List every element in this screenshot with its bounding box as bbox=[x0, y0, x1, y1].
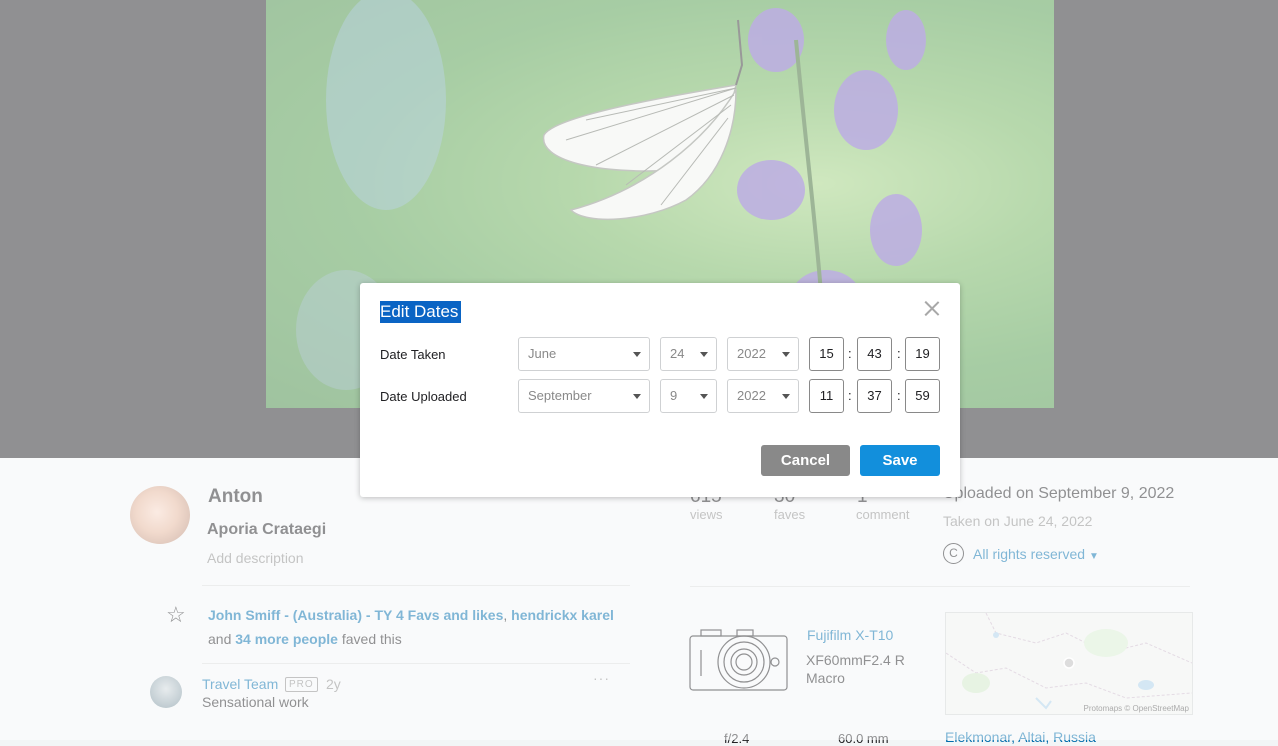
edit-dates-dialog: Edit Dates Date Taken June 24 2022 15 : … bbox=[360, 283, 960, 497]
select-value: September bbox=[528, 388, 592, 403]
time-separator: : bbox=[897, 346, 901, 361]
select-value: 2022 bbox=[737, 346, 766, 361]
select-value: 2022 bbox=[737, 388, 766, 403]
chevron-down-icon bbox=[782, 352, 790, 357]
chevron-down-icon bbox=[700, 352, 708, 357]
time-separator: : bbox=[848, 388, 852, 403]
date-taken-second-input[interactable]: 19 bbox=[905, 337, 940, 371]
chevron-down-icon bbox=[633, 394, 641, 399]
select-value: June bbox=[528, 346, 557, 361]
close-icon[interactable] bbox=[923, 299, 941, 317]
date-taken-year-select[interactable]: 2022 bbox=[727, 337, 799, 371]
date-taken-month-select[interactable]: June bbox=[518, 337, 650, 371]
select-value: 9 bbox=[670, 388, 678, 403]
date-uploaded-minute-input[interactable]: 37 bbox=[857, 379, 892, 413]
date-taken-hour-input[interactable]: 15 bbox=[809, 337, 844, 371]
date-taken-label: Date Taken bbox=[380, 347, 446, 362]
date-uploaded-hour-input[interactable]: 11 bbox=[809, 379, 844, 413]
date-uploaded-label: Date Uploaded bbox=[380, 389, 467, 404]
time-separator: : bbox=[848, 346, 852, 361]
date-taken-minute-input[interactable]: 43 bbox=[857, 337, 892, 371]
date-uploaded-day-select[interactable]: 9 bbox=[660, 379, 717, 413]
select-value: 24 bbox=[670, 346, 685, 361]
date-uploaded-year-select[interactable]: 2022 bbox=[727, 379, 799, 413]
chevron-down-icon bbox=[782, 394, 790, 399]
time-separator: : bbox=[897, 388, 901, 403]
date-taken-day-select[interactable]: 24 bbox=[660, 337, 717, 371]
chevron-down-icon bbox=[700, 394, 708, 399]
cancel-button[interactable]: Cancel bbox=[761, 445, 850, 476]
save-button[interactable]: Save bbox=[860, 445, 940, 476]
date-uploaded-second-input[interactable]: 59 bbox=[905, 379, 940, 413]
dialog-title: Edit Dates bbox=[380, 301, 462, 323]
chevron-down-icon bbox=[633, 352, 641, 357]
date-uploaded-month-select[interactable]: September bbox=[518, 379, 650, 413]
